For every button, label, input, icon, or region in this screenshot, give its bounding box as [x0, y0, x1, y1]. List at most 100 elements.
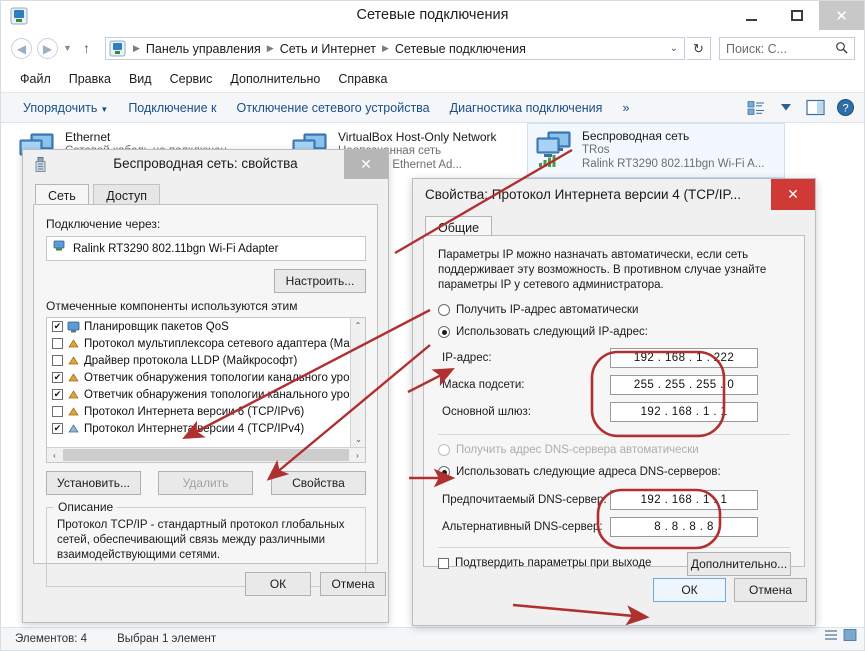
- address-bar[interactable]: ▶ Панель управления ▶ Сеть и Интернет ▶ …: [105, 37, 685, 60]
- intro-text: Параметры IP можно назначать автоматичес…: [438, 249, 767, 291]
- cmd-connect-to[interactable]: Подключение к: [118, 98, 226, 118]
- component-label: Драйвер протокола LLDP (Майкрософт): [84, 354, 298, 367]
- validate-on-exit-option[interactable]: Подтвердить параметры при выходе: [438, 557, 651, 569]
- maximize-button[interactable]: [774, 1, 819, 30]
- wireless-network-tab-panel: Подключение через: Ralink RT3290 802.11b…: [33, 204, 378, 587]
- tcpip4-ok-button[interactable]: ОК: [653, 578, 726, 602]
- scroll-up-icon[interactable]: ⌃: [351, 318, 365, 333]
- components-listbox[interactable]: ✔ Планировщик пакетов QoS Протокол мульт…: [46, 317, 366, 463]
- radio-obtain-dns-auto[interactable]: [438, 444, 450, 456]
- recent-locations-icon[interactable]: ▼: [63, 43, 72, 53]
- minimize-button[interactable]: [729, 1, 774, 30]
- cmd-disable-device[interactable]: Отключение сетевого устройства: [227, 98, 440, 118]
- close-icon[interactable]: ✕: [771, 179, 815, 210]
- radio-use-following-dns[interactable]: [438, 466, 450, 478]
- menu-edit[interactable]: Правка: [60, 70, 120, 88]
- obtain-ip-automatically-label: Получить IP-адрес автоматически: [456, 304, 639, 316]
- component-row-tcpip4[interactable]: ✔ Протокол Интернета версии 4 (TCP/IPv4): [47, 420, 365, 437]
- menu-file[interactable]: Файл: [11, 70, 60, 88]
- status-item-count: Элементов: 4: [15, 633, 88, 645]
- use-following-dns-option[interactable]: Использовать следующие адреса DNS-сервер…: [438, 466, 721, 478]
- component-row[interactable]: Протокол Интернета версии 6 (TCP/IPv6): [47, 403, 365, 420]
- menu-view[interactable]: Вид: [120, 70, 161, 88]
- component-checkbox[interactable]: ✔: [52, 423, 63, 434]
- breadcrumb-network-internet[interactable]: Сеть и Интернет: [278, 42, 378, 56]
- scroll-down-icon[interactable]: ⌄: [351, 432, 365, 447]
- component-checkbox[interactable]: ✔: [52, 321, 63, 332]
- close-icon[interactable]: ✕: [344, 150, 388, 179]
- components-vertical-scrollbar[interactable]: ⌃ ⌄: [350, 318, 365, 447]
- tcpip4-cancel-button[interactable]: Отмена: [734, 578, 807, 602]
- validate-on-exit-checkbox[interactable]: [438, 557, 449, 569]
- breadcrumb-network-connections[interactable]: Сетевые подключения: [393, 42, 528, 56]
- radio-use-following-ip[interactable]: [438, 326, 450, 338]
- connection-tile-wireless[interactable]: Беспроводная сеть TRos Ralink RT3290 802…: [527, 123, 785, 178]
- forward-icon[interactable]: ▶: [37, 38, 58, 59]
- cmd-overflow[interactable]: »: [612, 98, 639, 118]
- component-label: Планировщик пакетов QoS: [84, 320, 229, 333]
- subnet-mask-input[interactable]: 255 . 255 . 255 . 0: [610, 375, 758, 395]
- refresh-button[interactable]: ↻: [687, 37, 711, 60]
- radio-obtain-ip-auto[interactable]: [438, 304, 450, 316]
- navigation-bar: ◀ ▶ ▼ ↑ ▶ Панель управления ▶ Сеть и Инт…: [1, 30, 864, 66]
- component-checkbox[interactable]: ✔: [52, 372, 63, 383]
- search-icon: [835, 41, 848, 57]
- cmd-organize[interactable]: Упорядочить ▼: [13, 98, 118, 118]
- alternate-dns-input[interactable]: 8 . 8 . 8 . 8: [610, 517, 758, 537]
- advanced-button[interactable]: Дополнительно...: [687, 552, 791, 576]
- component-checkbox[interactable]: [52, 406, 63, 417]
- up-level-icon[interactable]: ↑: [83, 40, 90, 56]
- install-button[interactable]: Установить...: [46, 471, 141, 495]
- component-row[interactable]: ✔ Планировщик пакетов QoS: [47, 318, 365, 335]
- status-bar: Элементов: 4 Выбран 1 элемент: [1, 627, 864, 650]
- search-input[interactable]: Поиск: С...: [726, 42, 835, 56]
- close-button[interactable]: ✕: [819, 1, 864, 30]
- component-row[interactable]: Драйвер протокола LLDP (Майкрософт): [47, 352, 365, 369]
- component-properties-button[interactable]: Свойства: [271, 471, 366, 495]
- protocol-icon: [67, 406, 80, 418]
- details-view-icon[interactable]: [824, 628, 839, 647]
- list-view-icon[interactable]: [745, 97, 766, 118]
- menu-help[interactable]: Справка: [329, 70, 396, 88]
- menu-advanced[interactable]: Дополнительно: [221, 70, 329, 88]
- view-options-chevron-down-icon[interactable]: [775, 97, 796, 118]
- tiles-view-icon[interactable]: [843, 628, 858, 647]
- chevron-down-icon: ▼: [100, 104, 109, 114]
- components-horizontal-scrollbar[interactable]: ‹ ›: [47, 447, 365, 462]
- connection-name: VirtualBox Host-Only Network: [338, 130, 497, 144]
- component-row[interactable]: ✔ Ответчик обнаружения топологии канальн…: [47, 386, 365, 403]
- connection-name: Ethernet: [65, 130, 111, 144]
- help-icon[interactable]: ?: [835, 97, 856, 118]
- wireless-ok-button[interactable]: ОК: [245, 572, 311, 596]
- ip-address-input[interactable]: 192 . 168 . 1 . 222: [610, 348, 758, 368]
- scrollbar-thumb[interactable]: [63, 449, 349, 461]
- component-label: Ответчик обнаружения топологии канальног…: [84, 371, 356, 384]
- back-icon[interactable]: ◀: [11, 38, 32, 59]
- alternate-dns-label: Альтернативный DNS-сервер:: [442, 521, 603, 533]
- component-row[interactable]: ✔ Ответчик обнаружения топологии канальн…: [47, 369, 365, 386]
- use-following-ip-option[interactable]: Использовать следующий IP-адрес:: [438, 326, 648, 338]
- use-following-dns-label: Использовать следующие адреса DNS-сервер…: [456, 466, 721, 478]
- default-gateway-input[interactable]: 192 . 168 . 1 . 1: [610, 402, 758, 422]
- component-checkbox[interactable]: ✔: [52, 389, 63, 400]
- preferred-dns-input[interactable]: 192 . 168 . 1 . 1: [610, 490, 758, 510]
- scroll-left-icon[interactable]: ‹: [47, 451, 62, 460]
- menu-tools[interactable]: Сервис: [161, 70, 222, 88]
- scroll-right-icon[interactable]: ›: [350, 451, 365, 460]
- component-row[interactable]: Протокол мультиплексора сетевого адаптер…: [47, 335, 365, 352]
- component-checkbox[interactable]: [52, 355, 63, 366]
- breadcrumb-control-panel[interactable]: Панель управления: [144, 42, 263, 56]
- search-box[interactable]: Поиск: С...: [719, 37, 855, 60]
- component-label: Протокол мультиплексора сетевого адаптер…: [84, 337, 357, 350]
- chevron-down-icon[interactable]: ⌄: [670, 43, 678, 54]
- wireless-cancel-button[interactable]: Отмена: [320, 572, 386, 596]
- command-bar-right: ?: [745, 97, 856, 118]
- obtain-ip-automatically-option[interactable]: Получить IP-адрес автоматически: [438, 304, 638, 316]
- cmd-diagnose[interactable]: Диагностика подключения: [440, 98, 613, 118]
- connect-via-label: Подключение через:: [46, 217, 161, 231]
- component-checkbox[interactable]: [52, 338, 63, 349]
- obtain-dns-automatically-option[interactable]: Получить адрес DNS-сервера автоматически: [438, 444, 699, 456]
- uninstall-button[interactable]: Удалить: [158, 471, 253, 495]
- configure-button[interactable]: Настроить...: [274, 269, 366, 293]
- preview-pane-icon[interactable]: [805, 97, 826, 118]
